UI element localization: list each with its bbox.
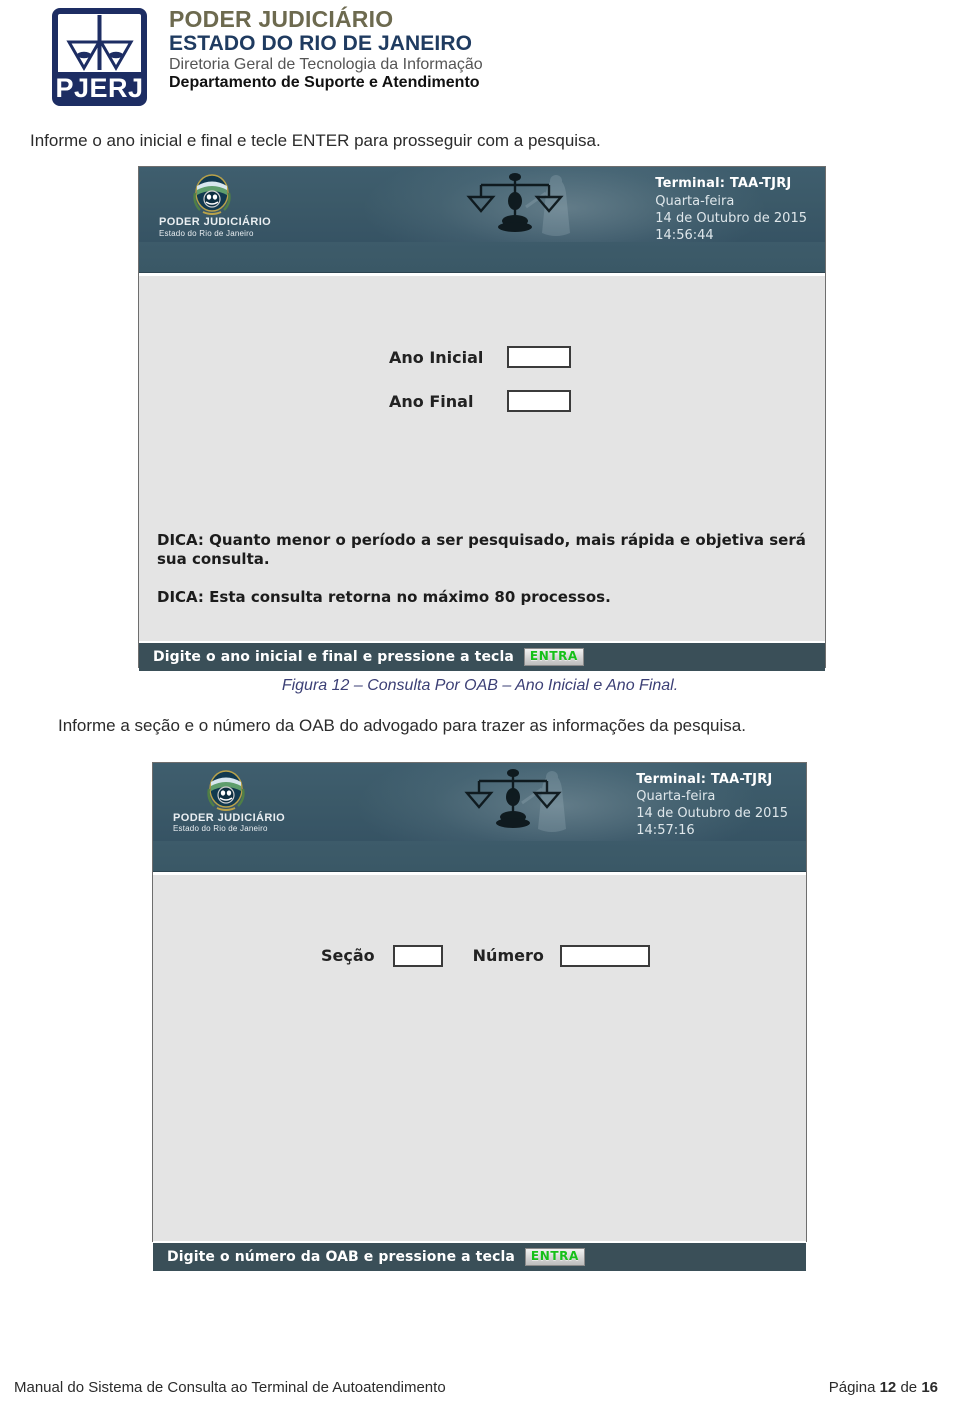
form-ano-fields: Ano Inicial Ano Final — [139, 276, 825, 413]
tip-periodo: DICA: Quanto menor o período a ser pesqu… — [157, 530, 806, 569]
terminal-id-label: Terminal: TAA-TJRJ — [636, 771, 773, 787]
terminal-brand-line2: Estado do Rio de Janeiro — [159, 228, 254, 238]
ano-inicial-label: Ano Inicial — [389, 347, 484, 367]
scales-of-justice-watermark-icon — [464, 768, 562, 828]
tips-block: DICA: Quanto menor o período a ser pesqu… — [157, 531, 807, 608]
prompt-text-12: Digite o ano inicial e final e pressione… — [153, 649, 514, 666]
enter-key-badge-13[interactable]: ENTRA — [524, 1247, 585, 1266]
terminal-time: 14:57:16 — [636, 823, 695, 839]
terminal-screenshot-figura-12: PODER JUDICIÁRIO Estado do Rio de Janeir… — [138, 166, 826, 672]
ano-inicial-input[interactable] — [507, 346, 571, 369]
numero-input[interactable] — [559, 944, 650, 967]
form-secao-numero-fields: Seção Número — [153, 875, 806, 967]
terminal-date: 14 de Outubro de 2015 — [655, 210, 807, 226]
document-header: PJERJ PODER JUDICIÁRIO ESTADO DO RIO DE … — [0, 0, 960, 110]
tip-max-processos: DICA: Esta consulta retorna no máximo 80… — [157, 587, 611, 606]
header-text-block: PODER JUDICIÁRIO ESTADO DO RIO DE JANEIR… — [169, 8, 483, 91]
terminal-body-13: Seção Número — [153, 871, 806, 1241]
footer-page-middle: de — [896, 1379, 922, 1396]
footer-manual-title: Manual do Sistema de Consulta ao Termina… — [14, 1379, 446, 1396]
footer-page-prefix: Página — [828, 1379, 880, 1396]
pjerj-logo-icon: PJERJ — [52, 8, 147, 106]
terminal-prompt-bar-13: Digite o número da OAB e pressione a tec… — [153, 1240, 806, 1271]
terminal-date: 14 de Outubro de 2015 — [636, 806, 788, 821]
terminal-brand-13: PODER JUDICIÁRIO Estado do Rio de Janeir… — [173, 811, 286, 834]
header-diretoria: Diretoria Geral de Tecnologia da Informa… — [169, 56, 483, 73]
prompt-text-13: Digite o número da OAB e pressione a tec… — [167, 1248, 515, 1265]
terminal-brand-line1: PODER JUDICIÁRIO — [173, 811, 286, 824]
terminal-weekday: Quarta-feira — [636, 788, 716, 804]
rio-coat-of-arms-icon — [207, 769, 245, 811]
form-row-ano-inicial: Ano Inicial — [389, 346, 825, 369]
ano-final-input[interactable] — [507, 390, 571, 413]
secao-label: Seção — [321, 946, 375, 966]
terminal-time: 14:56:44 — [655, 227, 714, 243]
terminal-info-13: Terminal: TAA-TJRJ Quarta-feira 14 de Ou… — [636, 771, 788, 840]
footer-page-total: 16 — [921, 1379, 938, 1396]
footer-page-current: 12 — [879, 1379, 897, 1396]
document-content: Informe o ano inicial e final e tecle EN… — [0, 128, 960, 1271]
header-poder-judiciario: PODER JUDICIÁRIO — [169, 6, 394, 32]
enter-key-badge-12[interactable]: ENTRA — [523, 648, 584, 667]
form-row-ano-final: Ano Final — [389, 390, 825, 413]
rio-coat-of-arms-icon — [193, 174, 231, 216]
terminal-subbar-13 — [153, 840, 806, 872]
terminal-header-13: PODER JUDICIÁRIO Estado do Rio de Janeir… — [153, 762, 806, 841]
ano-final-label: Ano Final — [389, 391, 474, 411]
terminal-screenshot-figura-13: PODER JUDICIÁRIO Estado do Rio de Janeir… — [152, 761, 807, 1271]
paragraph-secao-numero: Informe a seção e o número da OAB do adv… — [58, 716, 746, 736]
terminal-header-12: PODER JUDICIÁRIO Estado do Rio de Janeir… — [139, 167, 825, 243]
terminal-brand-12: PODER JUDICIÁRIO Estado do Rio de Janeir… — [159, 217, 271, 238]
header-departamento: Departamento de Suporte e Atendimento — [169, 74, 480, 91]
terminal-brand-line2: Estado do Rio de Janeiro — [173, 824, 268, 834]
caption-figura-12: Figura 12 – Consulta Por OAB – Ano Inici… — [281, 677, 679, 695]
svg-text:PJERJ: PJERJ — [55, 73, 143, 103]
terminal-weekday: Quarta-feira — [655, 193, 735, 209]
terminal-prompt-bar-12: Digite o ano inicial e final e pressione… — [139, 641, 825, 672]
terminal-info-12: Terminal: TAA-TJRJ Quarta-feira 14 de Ou… — [655, 175, 807, 242]
terminal-id-label: Terminal: TAA-TJRJ — [655, 176, 792, 192]
page-footer: Manual do Sistema de Consulta ao Termina… — [0, 1379, 960, 1396]
secao-input[interactable] — [392, 944, 443, 967]
footer-page-number: Página 12 de 16 — [829, 1379, 938, 1396]
scales-of-justice-watermark-icon — [465, 173, 564, 233]
terminal-brand-line1: PODER JUDICIÁRIO — [159, 216, 272, 229]
header-estado: ESTADO DO RIO DE JANEIRO — [169, 32, 473, 55]
paragraph-ano-inicial-final: Informe o ano inicial e final e tecle EN… — [30, 131, 601, 150]
terminal-subbar-12 — [139, 242, 825, 274]
terminal-body-12: Ano Inicial Ano Final DICA: Quanto menor… — [139, 273, 825, 642]
numero-label: Número — [472, 946, 544, 966]
